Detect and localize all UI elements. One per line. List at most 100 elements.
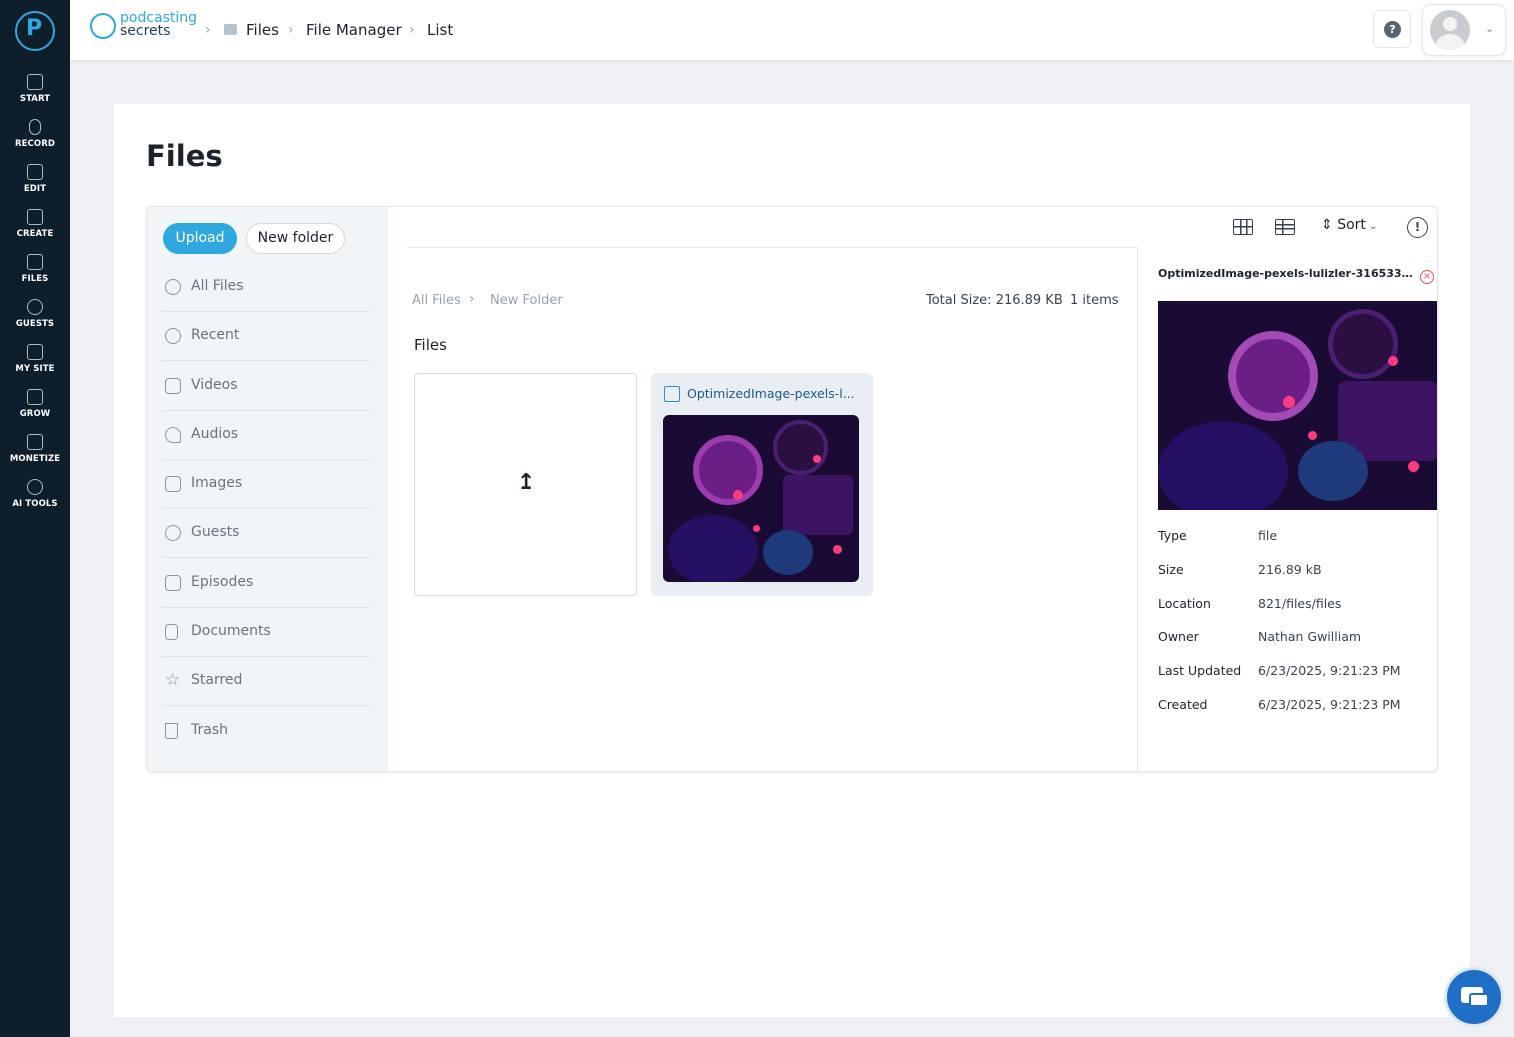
edit-icon	[27, 164, 43, 180]
video-icon	[165, 378, 181, 394]
detail-preview-image	[1158, 301, 1437, 510]
chevron-right-icon: ›	[288, 22, 294, 38]
brand-logo[interactable]: podcasting secrets	[90, 11, 200, 43]
rail-label: MONETIZE	[9, 454, 61, 464]
item-count: 1 items	[1070, 293, 1119, 308]
left-rail: P START RECORD EDIT CREATE FILES GUESTS …	[0, 0, 70, 1037]
brand-logo-icon	[90, 13, 116, 39]
rail-item-record[interactable]: RECORD	[0, 119, 70, 164]
path-root[interactable]: All Files	[412, 293, 461, 308]
breadcrumb-list[interactable]: List	[427, 20, 453, 40]
list-view-icon[interactable]	[1275, 219, 1295, 235]
nav-item-label: Episodes	[191, 574, 254, 590]
rail-item-edit[interactable]: EDIT	[0, 164, 70, 209]
rail-item-files[interactable]: FILES	[0, 254, 70, 299]
nav-item-label: Videos	[191, 377, 238, 393]
detail-value: 6/23/2025, 9:21:23 PM	[1258, 697, 1401, 712]
chevron-right-icon: ›	[205, 22, 211, 38]
rail-item-grow[interactable]: GROW	[0, 389, 70, 434]
new-folder-button[interactable]: New folder	[246, 223, 345, 254]
breadcrumb-files[interactable]: Files	[246, 20, 279, 40]
nav-item-episodes[interactable]: Episodes	[161, 559, 372, 608]
files-icon	[27, 254, 43, 270]
rail-label: FILES	[21, 274, 49, 284]
rail-label: EDIT	[23, 184, 47, 194]
nav-item-label: Recent	[191, 327, 240, 343]
microphone-icon	[29, 119, 41, 135]
breadcrumb-file-manager[interactable]: File Manager	[306, 20, 402, 40]
detail-value: 216.89 kB	[1258, 562, 1322, 577]
create-icon	[27, 209, 43, 225]
upload-button[interactable]: Upload	[163, 223, 237, 254]
nav-item-images[interactable]: Images	[161, 460, 372, 509]
avatar	[1430, 10, 1470, 50]
nav-item-trash[interactable]: Trash	[161, 707, 372, 756]
nav-item-documents[interactable]: Documents	[161, 608, 372, 657]
sort-label: Sort	[1337, 217, 1366, 233]
star-icon: ☆	[165, 670, 181, 690]
my-site-icon	[27, 344, 43, 360]
help-button[interactable]: ?	[1373, 10, 1411, 48]
help-icon: ?	[1384, 21, 1401, 38]
main-card: Files Upload New folder All Files Recent…	[114, 104, 1470, 1017]
info-icon[interactable]: !	[1407, 217, 1428, 238]
rail-label: AI TOOLS	[12, 499, 58, 509]
nav-item-label: All Files	[191, 278, 244, 294]
rail-label: MY SITE	[15, 364, 55, 374]
rail-item-create[interactable]: CREATE	[0, 209, 70, 254]
rail-label: START	[19, 94, 51, 104]
nav-item-videos[interactable]: Videos	[161, 362, 372, 411]
page-title: Files	[146, 139, 223, 173]
grid-view-icon[interactable]	[1233, 219, 1253, 235]
episodes-icon	[165, 575, 181, 591]
start-icon	[27, 74, 43, 90]
detail-value: 6/23/2025, 9:21:23 PM	[1258, 663, 1401, 678]
sort-button[interactable]: ⇕ Sort ⌄	[1321, 217, 1377, 233]
rail-label: CREATE	[16, 229, 54, 239]
detail-value: file	[1258, 528, 1278, 543]
nav-item-audios[interactable]: Audios	[161, 411, 372, 460]
app-logo-icon[interactable]: P	[15, 11, 55, 51]
file-manager-sidebar: Upload New folder All Files Recent Video…	[147, 207, 388, 771]
nav-item-recent[interactable]: Recent	[161, 312, 372, 361]
detail-key: Owner	[1158, 629, 1199, 644]
chevron-right-icon: ›	[469, 291, 475, 307]
nav-item-starred[interactable]: ☆ Starred	[161, 657, 372, 706]
file-name: OptimizedImage-pexels-l...	[687, 386, 855, 401]
all-files-icon	[165, 279, 181, 295]
detail-pane: OptimizedImage-pexels-lulizler-3165335.w…	[1137, 247, 1437, 771]
section-title: Files	[414, 336, 447, 354]
clock-icon	[165, 328, 181, 344]
nav-item-label: Audios	[191, 426, 239, 442]
chat-button[interactable]	[1444, 967, 1504, 1027]
sort-icon: ⇕	[1321, 217, 1338, 233]
nav-item-guests[interactable]: Guests	[161, 509, 372, 558]
document-icon	[165, 624, 178, 640]
rail-item-guests[interactable]: GUESTS	[0, 299, 70, 344]
guests-icon	[165, 525, 181, 541]
nav-item-label: Starred	[191, 672, 243, 688]
rail-item-my-site[interactable]: MY SITE	[0, 344, 70, 389]
close-icon[interactable]: ×	[1420, 270, 1434, 284]
nav-item-label: Guests	[191, 524, 240, 540]
file-tile[interactable]: OptimizedImage-pexels-l...	[651, 373, 873, 596]
folder-icon	[224, 24, 237, 35]
nav-item-all-files[interactable]: All Files	[161, 263, 372, 312]
ai-tools-icon	[27, 479, 43, 495]
music-icon	[165, 427, 181, 443]
detail-value: 821/files/files	[1258, 596, 1342, 611]
grow-icon	[27, 389, 43, 405]
trash-icon	[165, 723, 178, 739]
detail-key: Created	[1158, 697, 1208, 712]
user-menu-button[interactable]: ⌄	[1422, 4, 1506, 56]
rail-item-start[interactable]: START	[0, 74, 70, 119]
chevron-right-icon: ›	[409, 22, 415, 38]
top-bar: podcasting secrets › Files › File Manage…	[70, 0, 1514, 60]
rail-item-ai-tools[interactable]: AI TOOLS	[0, 479, 70, 524]
file-manager: Upload New folder All Files Recent Video…	[146, 206, 1438, 772]
detail-key: Location	[1158, 596, 1211, 611]
rail-item-monetize[interactable]: MONETIZE	[0, 434, 70, 479]
go-up-folder-tile[interactable]: ↥	[414, 373, 637, 596]
path-current: New Folder	[490, 293, 563, 308]
image-file-icon	[664, 386, 680, 402]
